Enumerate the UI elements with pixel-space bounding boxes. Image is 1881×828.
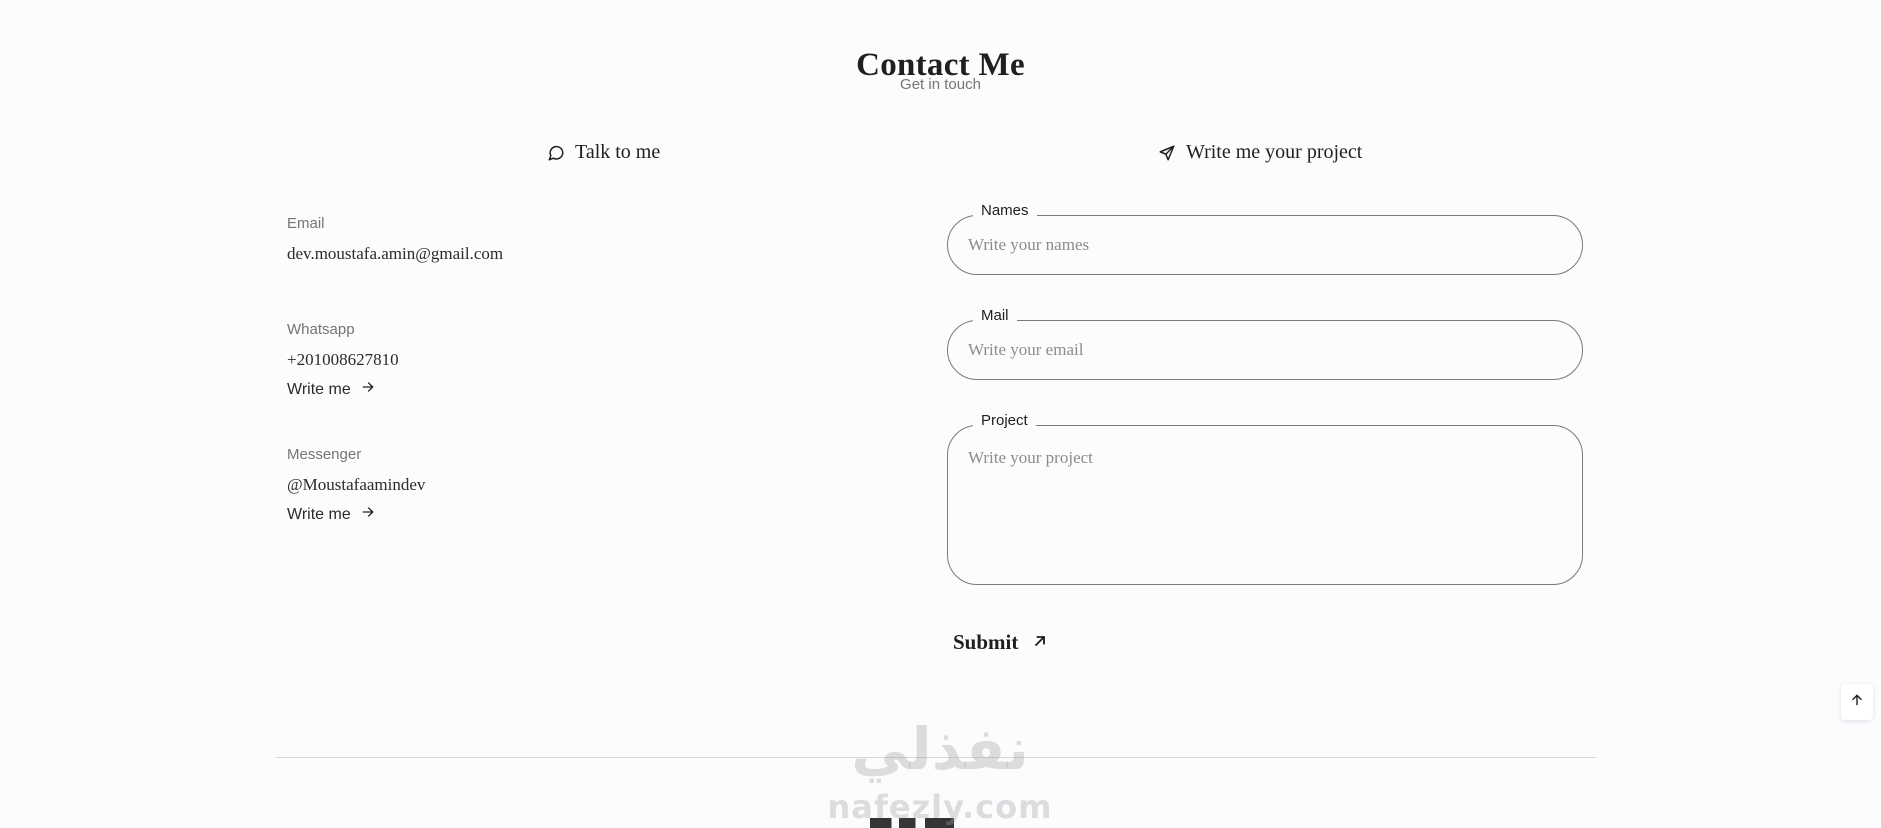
footer-title-partial — [870, 816, 1010, 828]
messenger-write-me-link[interactable]: Write me — [287, 505, 425, 524]
project-textarea[interactable] — [948, 426, 1582, 584]
arrow-right-icon — [361, 505, 375, 524]
email-label: Email — [287, 215, 325, 232]
whatsapp-write-me-label: Write me — [287, 380, 351, 398]
submit-button[interactable]: Submit — [953, 630, 1048, 655]
chat-bubble-icon — [547, 144, 565, 162]
project-heading-label: Write me your project — [1186, 141, 1363, 163]
whatsapp-value: +201008627810 — [287, 350, 399, 369]
messenger-write-me-label: Write me — [287, 505, 351, 523]
names-field-label: Names — [973, 202, 1037, 219]
email-card: Email dev.moustafa.amin@gmail.com — [287, 215, 503, 264]
watermark: نفذلي nafezly.com — [820, 715, 1060, 828]
arrow-right-icon — [361, 380, 375, 399]
project-field: Project — [947, 412, 1583, 585]
talk-heading: Talk to me — [547, 141, 660, 164]
watermark-arabic-text: نفذلي — [851, 715, 1029, 783]
names-input[interactable] — [948, 216, 1582, 274]
messenger-label: Messenger — [287, 446, 362, 463]
project-heading: Write me your project — [1158, 141, 1362, 164]
messenger-value: @Moustafaamindev — [287, 475, 426, 494]
whatsapp-write-me-link[interactable]: Write me — [287, 380, 399, 399]
footer-divider — [276, 757, 1596, 758]
send-icon — [1158, 144, 1176, 162]
scroll-up-button[interactable] — [1841, 684, 1873, 720]
messenger-card: Messenger @Moustafaamindev Write me — [287, 446, 425, 524]
whatsapp-label: Whatsapp — [287, 321, 355, 338]
mail-field: Mail — [947, 307, 1583, 380]
project-field-label: Project — [973, 412, 1036, 429]
mail-input[interactable] — [948, 321, 1582, 379]
mail-field-label: Mail — [973, 307, 1017, 324]
names-field: Names — [947, 202, 1583, 275]
section-subtitle: Get in touch — [900, 76, 981, 93]
whatsapp-card: Whatsapp +201008627810 Write me — [287, 321, 399, 399]
email-value: dev.moustafa.amin@gmail.com — [287, 244, 504, 263]
arrow-up-icon — [1850, 693, 1864, 712]
submit-button-label: Submit — [953, 630, 1019, 654]
arrow-up-right-icon — [1032, 630, 1048, 655]
talk-heading-label: Talk to me — [575, 141, 661, 163]
